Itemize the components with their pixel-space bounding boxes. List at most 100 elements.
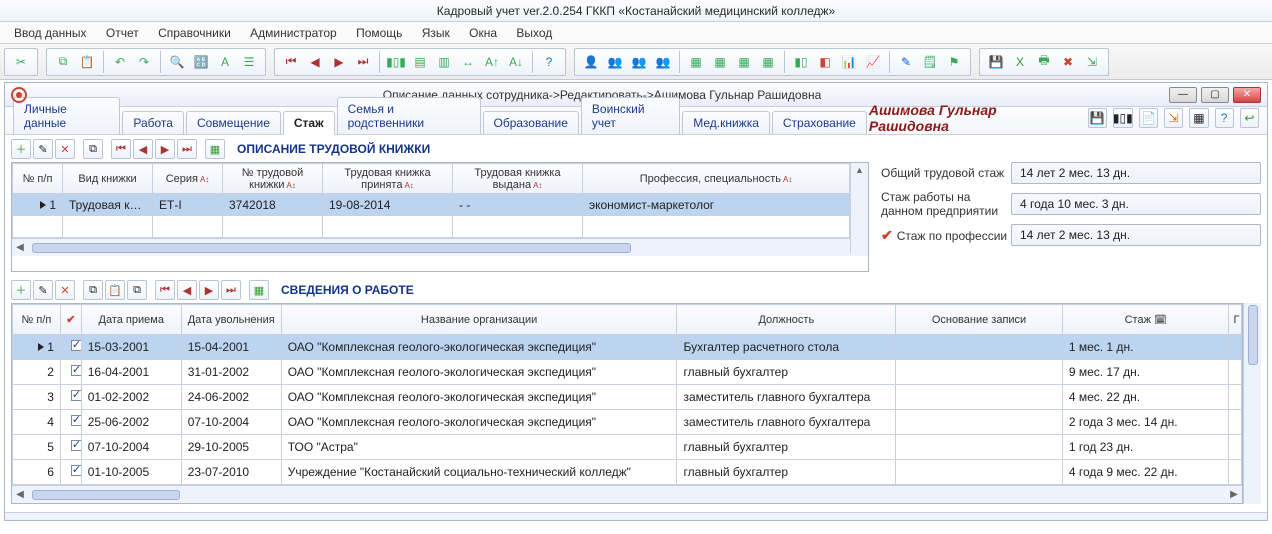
emp-barcode-icon[interactable]: ▮▯▮	[1113, 108, 1133, 128]
emp-table-icon[interactable]: ▦	[1189, 108, 1208, 128]
jb-next-button[interactable]: ▶	[199, 280, 219, 300]
tb-flag-icon[interactable]: ⚑	[943, 51, 965, 73]
tab-medbook[interactable]: Мед.книжка	[682, 111, 770, 134]
tb-copy-icon[interactable]: ⧉	[52, 51, 74, 73]
jobs-row[interactable]: 301-02-200224-06-2002ОАО "Комплексная ге…	[13, 385, 1242, 410]
tb-paste-icon[interactable]: 📋	[76, 51, 98, 73]
jobs-row[interactable]: 507-10-200429-10-2005ТОО "Астра"главный …	[13, 435, 1242, 460]
menu-windows[interactable]: Окна	[461, 22, 505, 44]
tab-family[interactable]: Семья и родственники	[337, 97, 481, 134]
wb-col-series[interactable]: СерияA↕	[153, 164, 223, 194]
menu-report[interactable]: Отчет	[98, 22, 147, 44]
maximize-button[interactable]: ▢	[1201, 87, 1229, 103]
jobs-vscroll[interactable]	[1243, 303, 1261, 504]
menu-exit[interactable]: Выход	[508, 22, 560, 44]
jb-col-tick[interactable]: ✔	[60, 305, 81, 335]
wb-next-button[interactable]: ▶	[155, 139, 175, 159]
close-button[interactable]: ✕	[1233, 87, 1261, 103]
menu-admin[interactable]: Администратор	[242, 22, 345, 44]
tb-form1-icon[interactable]: ▦	[685, 51, 707, 73]
wb-col-prof[interactable]: Профессия, специальностьA↕	[583, 164, 850, 194]
tab-military[interactable]: Воинский учет	[581, 97, 680, 134]
workbook-vscroll[interactable]: ▲	[850, 163, 868, 253]
tb-barcode2-icon[interactable]: ▮▯	[790, 51, 812, 73]
tb-print-icon[interactable]: 🖶	[1033, 51, 1055, 73]
wb-last-button[interactable]: ⏭	[177, 139, 197, 159]
emp-doc-icon[interactable]: 📄	[1139, 108, 1158, 128]
wb-copy-button[interactable]: ⧉	[83, 139, 103, 159]
tb-sort-desc-icon[interactable]: A↓	[505, 51, 527, 73]
nav-prev-icon[interactable]: ◀	[304, 51, 326, 73]
wb-first-button[interactable]: ⏮	[111, 139, 131, 159]
wb-col-kind[interactable]: Вид книжки	[63, 164, 153, 194]
tb-people2-icon[interactable]: 👥	[604, 51, 626, 73]
wb-col-number[interactable]: № трудовой книжкиA↕	[223, 164, 323, 194]
row-include-checkbox[interactable]	[71, 340, 81, 351]
tb-grid-icon[interactable]: ▤	[409, 51, 431, 73]
tb-note-icon[interactable]: 🗒	[919, 51, 941, 73]
jb-add-button[interactable]: ＋	[11, 280, 31, 300]
tb-columns-icon[interactable]: ▥	[433, 51, 455, 73]
jb-col-n[interactable]: № п/п	[13, 305, 61, 335]
jb-col-basis[interactable]: Основание записи	[896, 305, 1063, 335]
emp-exit-icon[interactable]: ↩	[1240, 108, 1259, 128]
wb-col-accepted[interactable]: Трудовая книжка принятаA↕	[323, 164, 453, 194]
tb-stats-icon[interactable]: 📊	[838, 51, 860, 73]
jobs-row[interactable]: 425-06-200207-10-2004ОАО "Комплексная ге…	[13, 410, 1242, 435]
tb-undo-icon[interactable]: ↶	[109, 51, 131, 73]
tb-excel-icon[interactable]: X	[1009, 51, 1031, 73]
tb-cut-icon[interactable]: ✂	[10, 51, 32, 73]
nav-last-icon[interactable]: ⏭	[352, 51, 374, 73]
workbook-row[interactable]: 1 Трудовая книж ЕТ-І 3742018 19-08-2014 …	[13, 194, 850, 216]
tb-redo-icon[interactable]: ↷	[133, 51, 155, 73]
jb-col-stage[interactable]: Стаж 🗓	[1062, 305, 1229, 335]
jobs-hscroll[interactable]: ◀▶	[12, 485, 1242, 503]
tb-barcode-icon[interactable]: ▮▯▮	[385, 51, 407, 73]
jobs-grid[interactable]: № п/п ✔ Дата приема Дата увольнения Назв…	[12, 304, 1242, 485]
tb-chart-icon[interactable]: 📈	[862, 51, 884, 73]
emp-save-icon[interactable]: 💾	[1088, 108, 1107, 128]
tb-help-icon[interactable]: ?	[538, 51, 560, 73]
jb-col-pos[interactable]: Должность	[677, 305, 896, 335]
tb-search-icon[interactable]: 🔍	[166, 51, 188, 73]
tab-stage[interactable]: Стаж	[283, 111, 335, 135]
jb-col-hired[interactable]: Дата приема	[81, 305, 181, 335]
jb-del-button[interactable]: ✕	[55, 280, 75, 300]
jobs-row[interactable]: 601-10-200523-07-2010Учреждение "Костана…	[13, 460, 1242, 485]
menu-help[interactable]: Помощь	[348, 22, 410, 44]
wb-del-button[interactable]: ✕	[55, 139, 75, 159]
wb-prev-button[interactable]: ◀	[133, 139, 153, 159]
tab-personal[interactable]: Личные данные	[13, 97, 120, 134]
tb-form3-icon[interactable]: ▦	[733, 51, 755, 73]
emp-export-icon[interactable]: ⇲	[1164, 108, 1183, 128]
tb-people3-icon[interactable]: 👥	[628, 51, 650, 73]
wb-col-issued[interactable]: Трудовая книжка выданаA↕	[453, 164, 583, 194]
row-include-checkbox[interactable]	[71, 390, 81, 401]
jb-edit-button[interactable]: ✎	[33, 280, 53, 300]
tb-people4-icon[interactable]: 👥	[652, 51, 674, 73]
tb-select-icon[interactable]: ☰	[238, 51, 260, 73]
row-include-checkbox[interactable]	[71, 415, 81, 426]
jb-grid-button[interactable]: ▦	[249, 280, 269, 300]
wb-grid-button[interactable]: ▦	[205, 139, 225, 159]
jb-first-button[interactable]: ⏮	[155, 280, 175, 300]
tb-replace-icon[interactable]: 🔠	[190, 51, 212, 73]
jb-col-extra[interactable]: Г	[1229, 305, 1242, 335]
jobs-row[interactable]: 216-04-200131-01-2002ОАО "Комплексная ге…	[13, 360, 1242, 385]
row-include-checkbox[interactable]	[71, 365, 81, 376]
tb-color-icon[interactable]: ◧	[814, 51, 836, 73]
jb-dup-button[interactable]: ⧉	[127, 280, 147, 300]
tab-combine[interactable]: Совмещение	[186, 111, 281, 134]
tb-form2-icon[interactable]: ▦	[709, 51, 731, 73]
nav-next-icon[interactable]: ▶	[328, 51, 350, 73]
workbook-grid[interactable]: ▲ № п/п Вид книжки СерияA↕ № трудовой кн…	[11, 162, 869, 272]
jb-copy-button[interactable]: ⧉	[83, 280, 103, 300]
jb-paste-button[interactable]: 📋	[105, 280, 125, 300]
tb-expand-icon[interactable]: ↔	[457, 51, 479, 73]
tb-export-icon[interactable]: ⇲	[1081, 51, 1103, 73]
row-include-checkbox[interactable]	[71, 440, 81, 451]
wb-col-n[interactable]: № п/п	[13, 164, 63, 194]
tab-insurance[interactable]: Страхование	[772, 111, 867, 134]
tb-edit-icon[interactable]: ✎	[895, 51, 917, 73]
tb-save-icon[interactable]: 💾	[985, 51, 1007, 73]
